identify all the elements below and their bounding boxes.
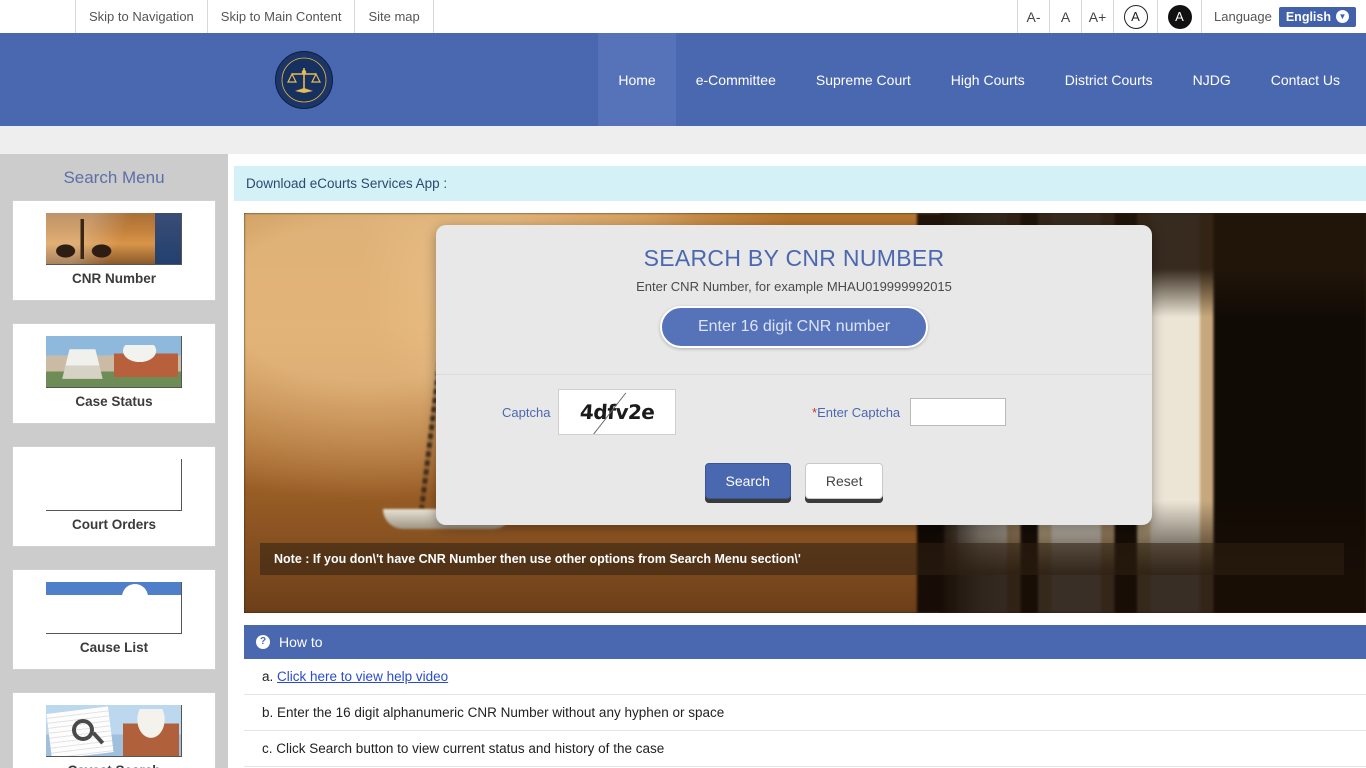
captcha-display-group: Captcha 4dfv2e: [456, 389, 794, 435]
page-title: SEARCH BY CNR NUMBER: [643, 245, 945, 271]
language-value-button[interactable]: English ▼: [1278, 6, 1356, 27]
hero-banner: SEARCH BY CNR NUMBER Enter CNR Number, f…: [244, 213, 1366, 613]
nav-item-supreme-court[interactable]: Supreme Court: [796, 33, 931, 126]
howto-marker: b.: [262, 705, 274, 720]
search-menu-sidebar: Search Menu CNR Number Case Status Court…: [0, 154, 228, 768]
enter-captcha-text: Enter Captcha: [817, 404, 901, 420]
sidebar-item-label: Case Status: [75, 394, 153, 409]
help-video-link[interactable]: Click here to view help video: [277, 669, 448, 684]
hero-note: Note : If you don\'t have CNR Number the…: [260, 543, 1344, 575]
ecourts-emblem-logo[interactable]: [275, 50, 333, 109]
contrast-dark-button[interactable]: A: [1157, 0, 1201, 33]
skip-links: Skip to Navigation Skip to Main Content …: [75, 0, 434, 33]
nav-item-district-courts[interactable]: District Courts: [1045, 33, 1173, 126]
font-increase-button[interactable]: A+: [1081, 0, 1113, 33]
skip-to-main-content-link[interactable]: Skip to Main Content: [206, 0, 355, 33]
captcha-image[interactable]: 4dfv2e: [558, 389, 677, 435]
language-label: Language: [1214, 9, 1272, 24]
blank-thumb: [46, 459, 182, 511]
main-navigation: Home e-Committee Supreme Court High Cour…: [598, 33, 1366, 126]
language-selector[interactable]: Language English ▼: [1201, 0, 1366, 33]
nav-item-njdg[interactable]: NJDG: [1173, 33, 1251, 126]
howto-header: ? How to: [244, 625, 1366, 659]
accessibility-controls: A- A A+ A A Language English ▼: [1017, 0, 1366, 33]
sidebar-item-label: CNR Number: [71, 271, 156, 286]
sidebar-item-court-orders[interactable]: Court Orders: [12, 446, 216, 547]
main-content: Download eCourts Services App : SEARCH B…: [228, 154, 1366, 768]
howto-marker: a.: [262, 669, 274, 684]
sidebar-item-cause-list[interactable]: Cause List: [12, 569, 216, 670]
howto-text: Enter the 16 digit alphanumeric CNR Numb…: [277, 705, 725, 720]
howto-row: a. Click here to view help video: [244, 659, 1366, 695]
sidebar-item-case-status[interactable]: Case Status: [12, 323, 216, 424]
sidebar-item-label: Court Orders: [71, 517, 156, 532]
site-header: Home e-Committee Supreme Court High Cour…: [0, 33, 1366, 126]
page-body: Search Menu CNR Number Case Status Court…: [0, 154, 1366, 768]
magnifier-documents-thumb: [46, 705, 182, 757]
contrast-light-button[interactable]: A: [1113, 0, 1157, 33]
howto-row: b. Enter the 16 digit alphanumeric CNR N…: [244, 695, 1366, 731]
captcha-input[interactable]: [910, 398, 1007, 426]
captcha-entry-group: *Enter Captcha: [794, 398, 1132, 426]
search-button[interactable]: Search: [704, 463, 791, 499]
sidebar-item-caveat-search[interactable]: Caveat Search: [12, 692, 216, 768]
panel-action-buttons: Search Reset: [436, 449, 1152, 525]
nav-item-home[interactable]: Home: [598, 33, 676, 126]
nav-item-contact-us[interactable]: Contact Us: [1251, 33, 1366, 126]
cnr-number-input[interactable]: [660, 306, 928, 348]
nav-item-high-courts[interactable]: High Courts: [931, 33, 1045, 126]
download-app-banner: Download eCourts Services App :: [234, 166, 1366, 201]
howto-marker: c.: [262, 741, 273, 756]
cnr-search-panel: SEARCH BY CNR NUMBER Enter CNR Number, f…: [436, 225, 1152, 525]
magnifier-icon: [72, 719, 94, 741]
captcha-row: Captcha 4dfv2e *Enter Captcha: [436, 374, 1152, 449]
site-map-link[interactable]: Site map: [354, 0, 434, 33]
skip-to-navigation-link[interactable]: Skip to Navigation: [75, 0, 207, 33]
contrast-dark-icon: A: [1167, 4, 1192, 29]
reset-button[interactable]: Reset: [804, 463, 884, 499]
nav-item-e-committee[interactable]: e-Committee: [676, 33, 796, 126]
howto-section: ? How to a. Click here to view help vide…: [244, 625, 1366, 767]
font-normal-button[interactable]: A: [1049, 0, 1081, 33]
howto-text: Click Search button to view current stat…: [276, 741, 665, 756]
utility-topbar: Skip to Navigation Skip to Main Content …: [0, 0, 1366, 33]
sidebar-title: Search Menu: [63, 168, 165, 187]
sidebar-item-label: Cause List: [79, 640, 149, 655]
howto-row: c. Click Search button to view current s…: [244, 731, 1366, 767]
header-bottom-strip: [0, 126, 1366, 154]
enter-captcha-label: *Enter Captcha: [812, 405, 900, 420]
sidebar-item-label: Caveat Search: [23, 763, 205, 768]
chevron-down-icon: ▼: [1336, 10, 1349, 23]
scales-of-justice-thumb: [46, 213, 182, 265]
sidebar-item-cnr-number[interactable]: CNR Number: [12, 200, 216, 301]
cnr-search-header: SEARCH BY CNR NUMBER Enter CNR Number, f…: [436, 225, 1152, 374]
cnr-example-hint: Enter CNR Number, for example MHAU019999…: [636, 279, 952, 294]
question-mark-icon: ?: [256, 635, 270, 649]
howto-heading: How to: [279, 634, 323, 650]
font-decrease-button[interactable]: A-: [1017, 0, 1049, 33]
captcha-label: Captcha: [502, 404, 551, 420]
court-buildings-thumb: [46, 336, 182, 388]
courthouse-sky-thumb: [46, 582, 182, 634]
language-value: English: [1285, 9, 1331, 24]
contrast-light-icon: A: [1123, 4, 1148, 29]
